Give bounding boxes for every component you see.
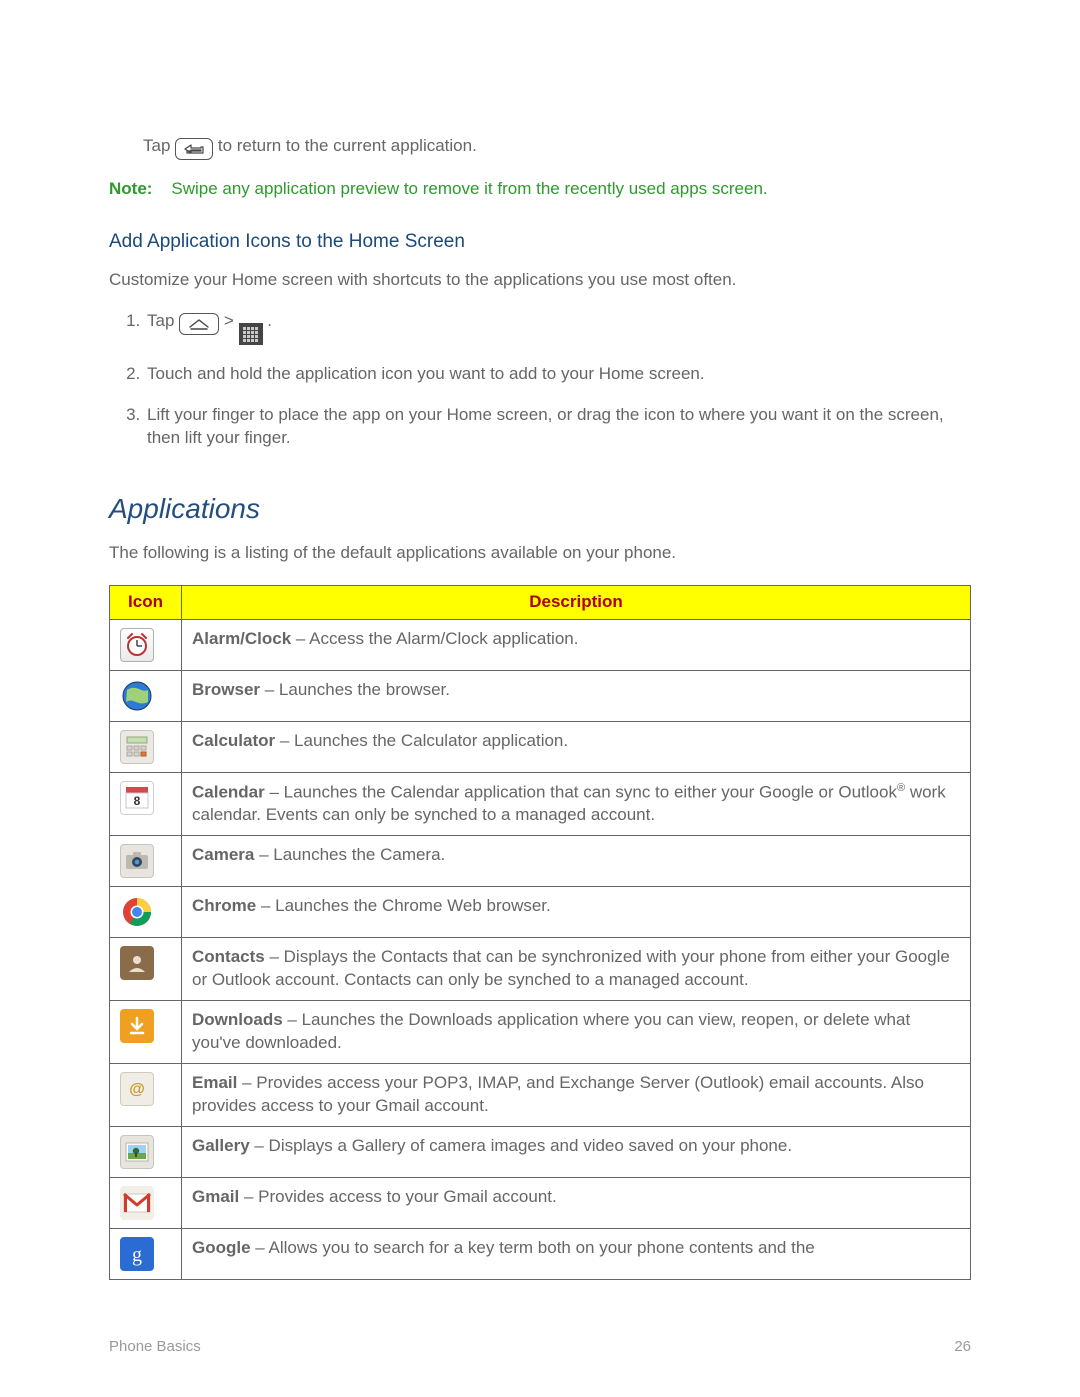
tap-return-line: Tap to return to the current application…: [109, 135, 971, 160]
tap-return-prefix: Tap: [143, 136, 175, 155]
footer-section: Phone Basics: [109, 1337, 201, 1357]
subheading-add-icons: Add Application Icons to the Home Screen: [109, 229, 971, 255]
calculator-icon: [120, 730, 154, 764]
table-row: Gmail – Provides access to your Gmail ac…: [110, 1177, 971, 1228]
calendar-icon: 8: [120, 781, 154, 815]
table-row: Alarm/Clock – Access the Alarm/Clock app…: [110, 619, 971, 670]
step-2: Touch and hold the application icon you …: [145, 363, 971, 386]
table-row: Camera – Launches the Camera.: [110, 836, 971, 887]
home-icon: [179, 313, 219, 335]
steps-list: Tap > . Touch and hold the application i…: [109, 310, 971, 451]
tap-return-suffix: to return to the current application.: [218, 136, 477, 155]
table-header-icon: Icon: [110, 585, 182, 619]
footer-page-number: 26: [954, 1337, 971, 1357]
chrome-icon: [120, 895, 154, 929]
note-text: Swipe any application preview to remove …: [171, 179, 767, 198]
step-1: Tap > .: [145, 310, 971, 346]
browser-icon: [120, 679, 154, 713]
gallery-icon: [120, 1135, 154, 1169]
table-row: Browser – Launches the browser.: [110, 670, 971, 721]
svg-text:8: 8: [134, 794, 141, 808]
table-row: Gallery – Displays a Gallery of camera i…: [110, 1126, 971, 1177]
table-row: 8 Calendar – Launches the Calendar appli…: [110, 772, 971, 836]
email-icon: @: [120, 1072, 154, 1106]
step-3: Lift your finger to place the app on you…: [145, 404, 971, 450]
alarm-clock-icon: [120, 628, 154, 662]
note: Note: Swipe any application preview to r…: [109, 178, 971, 201]
note-label: Note:: [109, 179, 152, 198]
svg-text:@: @: [129, 1081, 145, 1098]
gmail-icon: [120, 1186, 154, 1220]
camera-icon: [120, 844, 154, 878]
downloads-icon: [120, 1009, 154, 1043]
table-header-description: Description: [182, 585, 971, 619]
google-icon: g: [120, 1237, 154, 1271]
section-title-applications: Applications: [109, 490, 971, 528]
contacts-icon: [120, 946, 154, 980]
section-intro: The following is a listing of the defaul…: [109, 542, 971, 565]
svg-text:g: g: [132, 1244, 142, 1266]
customize-para: Customize your Home screen with shortcut…: [109, 269, 971, 292]
table-row: Contacts – Displays the Contacts that ca…: [110, 938, 971, 1001]
table-row: Downloads – Launches the Downloads appli…: [110, 1001, 971, 1064]
table-row: g Google – Allows you to search for a ke…: [110, 1228, 971, 1279]
back-icon: [175, 138, 213, 160]
page-footer: Phone Basics 26: [109, 1337, 971, 1357]
applications-table: Icon Description: [109, 585, 971, 1280]
apps-grid-icon: [239, 323, 263, 345]
table-row: Chrome – Launches the Chrome Web browser…: [110, 887, 971, 938]
table-row: @ Email – Provides access your POP3, IMA…: [110, 1064, 971, 1127]
table-row: Calculator – Launches the Calculator app…: [110, 721, 971, 772]
